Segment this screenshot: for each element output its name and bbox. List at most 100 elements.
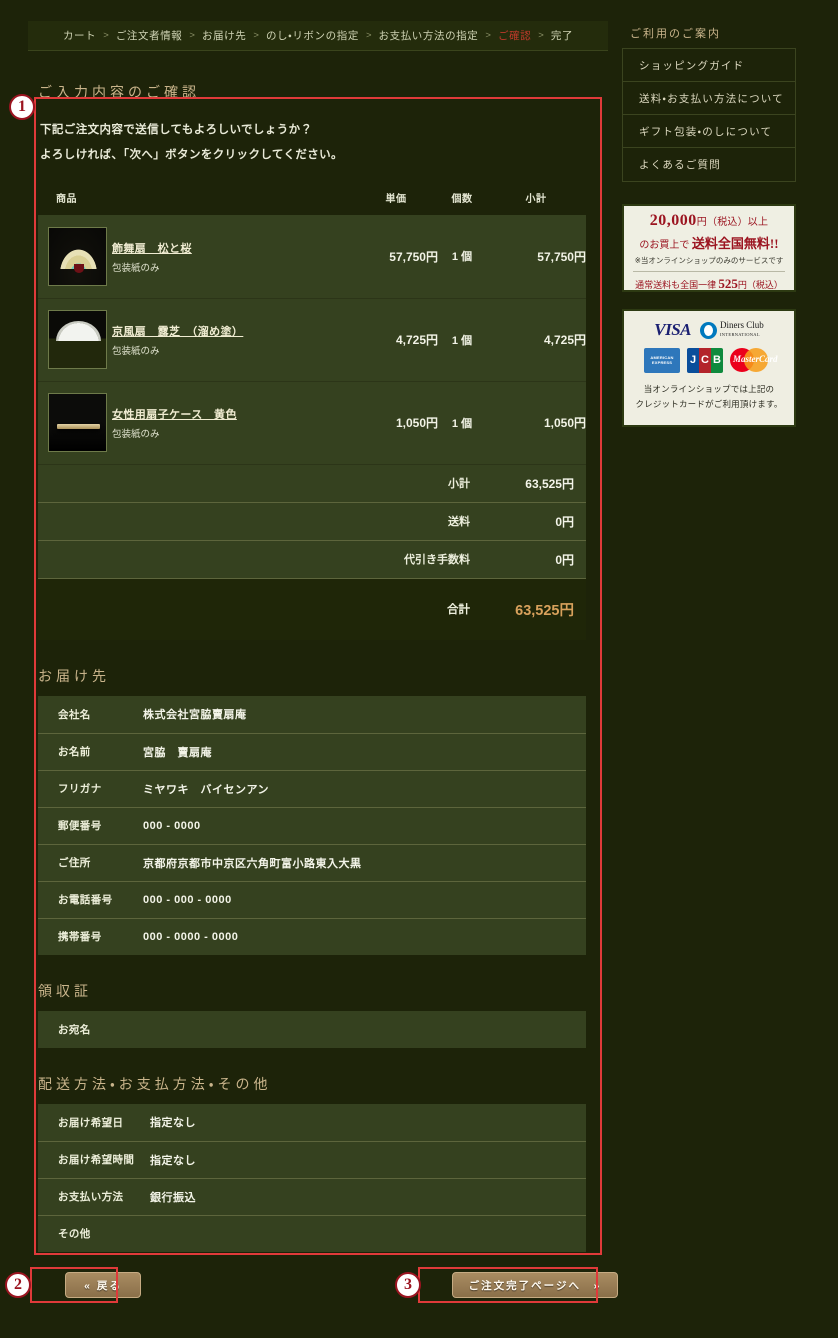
product-name-link[interactable]: 女性用扇子ケース 黄色 [112, 406, 237, 422]
breadcrumb-item-2[interactable]: ご注文者情報 [116, 28, 183, 43]
promo-amount-suffix: 円（税込）以上 [696, 217, 769, 228]
main-content: ご入力内容のご確認 下記ご注文内容で送信してもよろしいでしょうか？ よろしければ… [28, 78, 608, 1252]
diners-ring-icon [700, 321, 717, 339]
delivery-table: お届け希望日 指定なし お届け希望時間 指定なし お支払い方法 銀行振込その他 [38, 1104, 586, 1252]
promo-line-4: 通常送料も全国一律 525円（税込） [635, 276, 783, 292]
annotation-marker-3: 3 [395, 1272, 421, 1298]
summary-label: 代引き手数料 [404, 554, 470, 566]
product-image-folding-fan-pine-sakura[interactable] [48, 226, 107, 286]
field-label: お宛名 [58, 1024, 91, 1036]
delivery-info-row: お支払い方法 銀行振込 [38, 1178, 586, 1215]
product-note: 包装紙のみ [112, 429, 160, 440]
sidebar-item-3[interactable]: ギフト包装・のしについて [623, 115, 795, 148]
product-image-fan-case-yellow[interactable] [48, 393, 107, 452]
field-label: フリガナ [58, 783, 102, 795]
cart-summary-row: 送料 0円 [38, 502, 586, 540]
total-label: 合計 [447, 604, 470, 617]
breadcrumb-separator: > [538, 30, 544, 41]
cart-row: 女性用扇子ケース 黄色 包装紙のみ 1,050円 1 個 1,050円 [38, 381, 586, 464]
annotation-marker-1: 1 [9, 94, 35, 120]
shipping-table: 会社名 株式会社宮脇賣扇庵 お名前 宮脇 賣扇庵フリガナ ミヤワキ バイセンアン郵便番号… [38, 696, 586, 955]
card-logos-row-2: AMERICAN EXPRESS JCB MasterCard [644, 347, 778, 373]
product-thumbnail-cell [38, 215, 112, 298]
back-button[interactable]: « 戻る [65, 1272, 141, 1298]
intro-line-1: 下記ご注文内容で送信してもよろしいでしょうか？ [40, 124, 313, 136]
cart-summary-row: 小計 63,525円 [38, 464, 586, 502]
delivery-section: 配送方法・お支払方法・その他 お届け希望日 指定なし お届け希望時間 指定なし お支払い… [28, 1070, 608, 1252]
shipping-info-row: 会社名 株式会社宮脇賣扇庵 [38, 696, 586, 733]
promo-note: ※当オンラインショップのみのサービスです [634, 256, 784, 265]
sidebar-item-4[interactable]: よくあるご質問 [623, 148, 795, 181]
amex-label: AMERICAN EXPRESS [650, 355, 674, 365]
diners-club-icon: Diners Club INTERNATIONAL [700, 321, 764, 339]
cart-row: 飾舞扇 松と桜 包装紙のみ 57,750円 1 個 57,750円 [38, 215, 586, 298]
delivery-title: 配送方法・お支払方法・その他 [38, 1078, 272, 1093]
column-header-subtotal: 小計 [525, 194, 547, 205]
breadcrumb-separator: > [253, 30, 259, 41]
product-thumbnail-cell [38, 381, 112, 464]
diners-sub-label: INTERNATIONAL [720, 332, 760, 337]
sidebar-item-1[interactable]: ショッピングガイド [623, 49, 795, 82]
cards-caption-line-1: 当オンラインショップでは上記の [643, 384, 775, 394]
cart-row: 京風扇 露芝 （溜め塗） 包装紙のみ 4,725円 1 個 4,725円 [38, 298, 586, 381]
breadcrumb-item-4[interactable]: のし・リボンの指定 [266, 28, 359, 43]
delivery-info-row: お届け希望時間 指定なし [38, 1141, 586, 1178]
product-quantity: 1 個 [451, 251, 473, 264]
breadcrumb-item-7[interactable]: 完了 [551, 28, 573, 43]
promo-divider [633, 271, 785, 272]
field-label: 携帯番号 [58, 931, 102, 944]
delivery-info-row: お届け希望日 指定なし [38, 1104, 586, 1141]
field-value: 000 - 000 - 0000 [143, 893, 232, 906]
product-subtotal: 4,725円 [543, 333, 586, 347]
column-header-unit-price: 単価 [385, 194, 407, 205]
field-label: 郵便番号 [58, 820, 102, 832]
promo-line-1: 20,000円（税込）以上 [650, 212, 768, 230]
intro-text: 下記ご注文内容で送信してもよろしいでしょうか？ よろしければ、「次へ」ボタンをク… [28, 112, 608, 168]
product-thumbnail-cell [38, 298, 112, 381]
card-logos-row-1: VISA Diners Club INTERNATIONAL [654, 320, 764, 340]
field-value: ミヤワキ バイセンアン [143, 783, 270, 796]
product-unit-price: 1,050円 [395, 416, 438, 430]
breadcrumb-item-3[interactable]: お届け先 [202, 28, 246, 43]
product-name-link[interactable]: 飾舞扇 松と桜 [112, 240, 192, 256]
submit-order-button[interactable]: ご注文完了ページへ » [452, 1272, 618, 1298]
field-label: お届け希望日 [58, 1116, 124, 1129]
field-label: ご住所 [58, 857, 91, 869]
field-label: お届け希望時間 [58, 1154, 135, 1166]
column-header-item: 商品 [56, 194, 77, 205]
sidebar-item-2[interactable]: 送料・お支払い方法について [623, 82, 795, 115]
page-title: ご入力内容のご確認 [38, 86, 200, 101]
button-bar: « 戻る ご注文完了ページへ » [28, 1265, 618, 1307]
cart-total-row: 合計 63,525円 [38, 578, 586, 640]
shipping-section: お届け先 会社名 株式会社宮脇賣扇庵 お名前 宮脇 賣扇庵 フリガナ ミヤワキ バイセンア… [28, 662, 608, 955]
field-value: 株式会社宮脇賣扇庵 [143, 709, 247, 722]
cart-header-row: 商品 単価 個数 小計 [38, 184, 586, 215]
field-value: 000 - 0000 - 0000 [143, 930, 239, 943]
breadcrumb-item-5[interactable]: お支払い方法の指定 [379, 28, 479, 43]
field-label: お名前 [58, 746, 91, 758]
total-value: 63,525円 [515, 602, 574, 619]
field-label: その他 [58, 1228, 91, 1241]
checkout-confirmation-page: カート > ご注文者情報 > お届け先 > のし・リボンの指定 > お支払い方法の指定 > ご確認 >… [0, 0, 838, 1338]
breadcrumb-item-1[interactable]: カート [63, 28, 96, 43]
product-unit-price: 4,725円 [395, 333, 438, 347]
breadcrumb-separator: > [103, 30, 109, 41]
summary-value: 0円 [555, 514, 574, 529]
cart-table: 商品 単価 個数 小計 飾舞扇 松と桜 包装紙のみ 57,750円 1 個 57,750… [38, 184, 586, 640]
promo-line4-suffix: 円（税込） [737, 280, 783, 290]
column-header-quantity: 個数 [451, 194, 473, 205]
jcb-letter-b: B [711, 347, 723, 373]
field-value: 銀行振込 [150, 1191, 196, 1204]
shipping-info-row: 携帯番号 000 - 0000 - 0000 [38, 918, 586, 955]
product-subtotal: 57,750円 [537, 249, 586, 264]
product-note: 包装紙のみ [112, 346, 160, 357]
summary-label: 小計 [448, 478, 470, 490]
field-label: お電話番号 [58, 894, 113, 906]
mastercard-label: MasterCard [733, 354, 778, 364]
shipping-info-row: お名前 宮脇 賣扇庵 [38, 733, 586, 770]
credit-card-banner: VISA Diners Club INTERNATIONAL AMERICAN … [622, 309, 796, 427]
product-quantity: 1 個 [451, 334, 473, 347]
promo-line4-prefix: 通常送料も全国一律 [635, 280, 719, 290]
product-name-link[interactable]: 京風扇 露芝 （溜め塗） [112, 323, 243, 339]
product-image-folding-fan-tsuyushiba[interactable] [48, 310, 107, 369]
